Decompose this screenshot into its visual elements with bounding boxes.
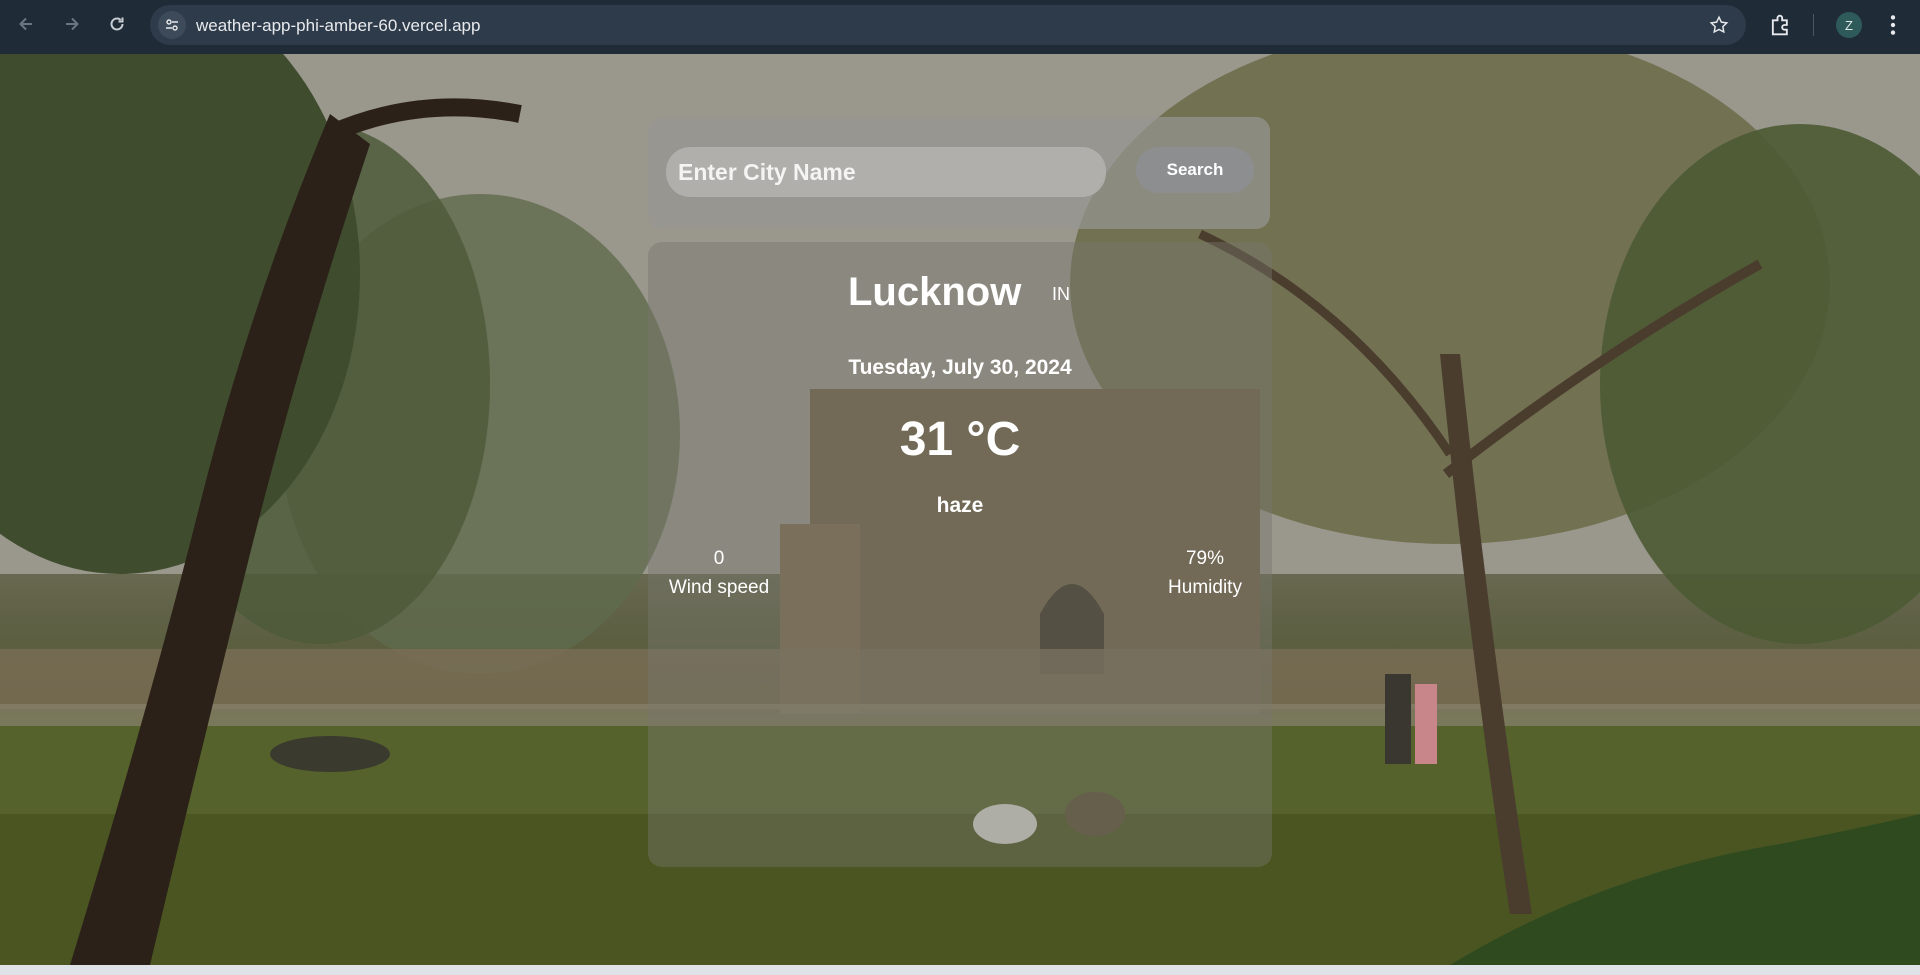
city-search-input[interactable]	[666, 147, 1106, 197]
country-code: IN	[1052, 284, 1070, 304]
tune-icon	[166, 19, 178, 31]
toolbar-divider	[1813, 14, 1814, 36]
url-text[interactable]: weather-app-phi-amber-60.vercel.app	[196, 16, 480, 36]
wind-speed-value: 0	[713, 548, 725, 569]
search-button[interactable]: Search	[1136, 147, 1254, 193]
window-bottom-edge	[0, 965, 1920, 975]
wind-speed-label: Wind speed	[668, 577, 770, 598]
browser-toolbar: weather-app-phi-amber-60.vercel.app Z	[0, 0, 1920, 54]
arrow-right-icon	[66, 17, 79, 31]
arrow-left-icon	[19, 17, 32, 31]
reload-button[interactable]	[101, 8, 133, 40]
city-name: Lucknow	[848, 270, 1022, 314]
profile-avatar[interactable]: Z	[1836, 12, 1862, 38]
weather-condition: haze	[936, 494, 984, 517]
more-vertical-icon[interactable]	[1880, 12, 1906, 38]
back-button[interactable]	[10, 8, 42, 40]
forward-button[interactable]	[56, 8, 88, 40]
extensions-puzzle-icon[interactable]	[1767, 11, 1795, 39]
weather-card: Lucknow IN Tuesday, July 30, 2024 31 °C …	[648, 242, 1272, 867]
bookmark-star-icon[interactable]	[1708, 14, 1730, 36]
temperature: 31 °C	[899, 413, 1021, 466]
current-date: Tuesday, July 30, 2024	[848, 356, 1072, 379]
reload-icon	[110, 17, 124, 31]
site-info-button[interactable]	[158, 11, 186, 39]
humidity-value: 79%	[1185, 548, 1225, 569]
search-card: Search	[648, 117, 1270, 229]
wind-speed-stat: 0 Wind speed	[664, 544, 774, 602]
humidity-stat: 79% Humidity	[1150, 544, 1260, 602]
address-bar[interactable]: weather-app-phi-amber-60.vercel.app	[150, 5, 1746, 45]
humidity-label: Humidity	[1168, 577, 1242, 598]
